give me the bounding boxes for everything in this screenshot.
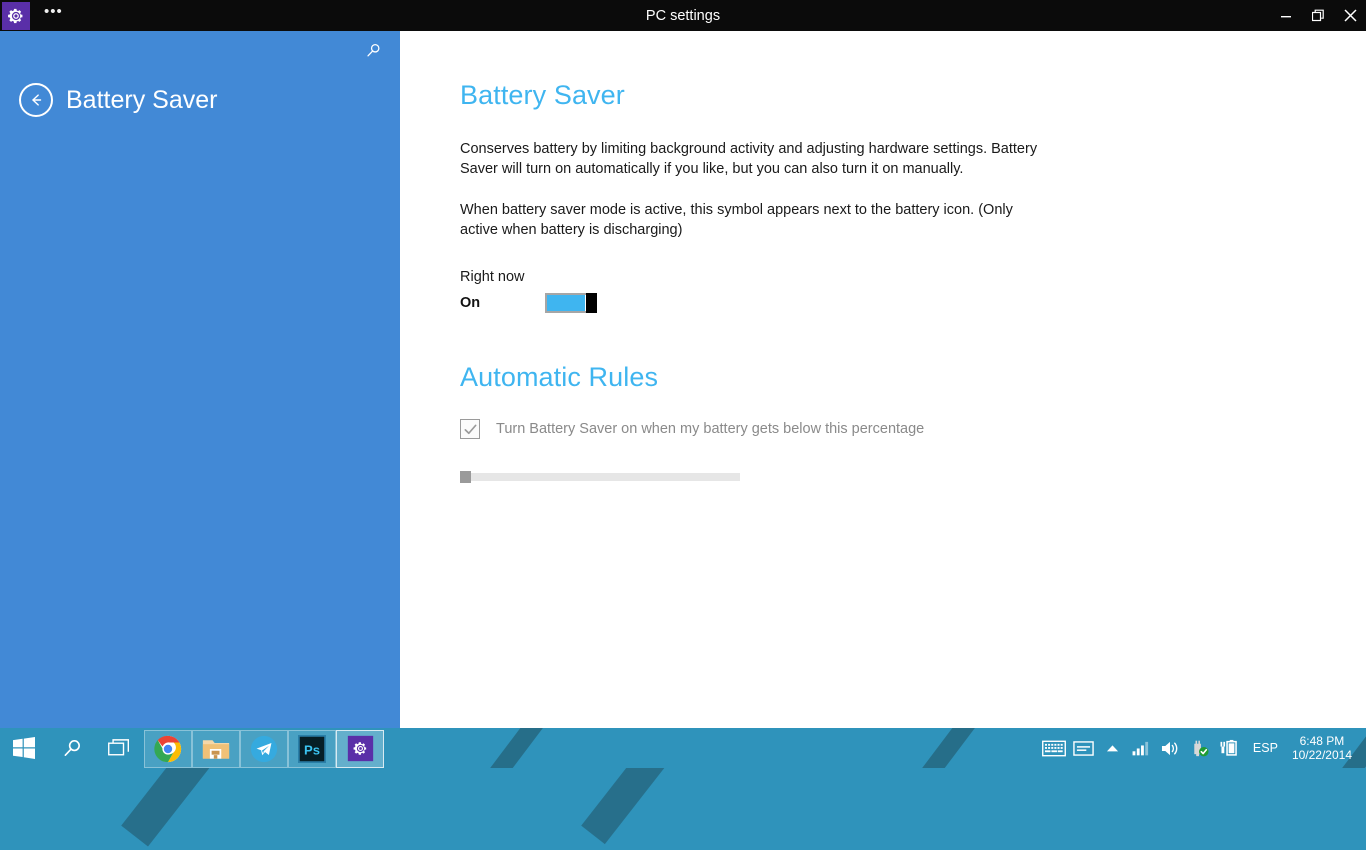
taskbar-app-file-explorer[interactable] <box>192 730 240 768</box>
battery-saver-icon[interactable] <box>1214 728 1243 768</box>
search-icon[interactable] <box>356 33 390 67</box>
taskbar-app-telegram[interactable] <box>240 730 288 768</box>
settings-content-pane: Battery Saver Conserves battery by limit… <box>400 31 1366 728</box>
slider-track[interactable] <box>460 473 740 481</box>
right-now-label: Right now <box>460 269 1366 285</box>
back-arrow-icon[interactable] <box>19 83 53 117</box>
task-view-icon[interactable] <box>96 728 144 768</box>
pc-settings-window: ••• PC settings <box>0 0 1366 728</box>
restore-button[interactable] <box>1302 0 1334 31</box>
close-button[interactable] <box>1334 0 1366 31</box>
automatic-rule-row: Turn Battery Saver on when my battery ge… <box>460 419 1366 439</box>
usb-safely-remove-icon[interactable] <box>1185 728 1214 768</box>
slider-thumb[interactable] <box>460 471 471 483</box>
more-options-button[interactable]: ••• <box>44 7 63 24</box>
page-title: Battery Saver <box>460 80 1366 111</box>
clock-date: 10/22/2014 <box>1292 748 1352 762</box>
battery-saver-toggle-row: On <box>460 293 1366 313</box>
gear-icon <box>2 2 30 30</box>
volume-icon[interactable] <box>1156 728 1185 768</box>
rule-checkbox[interactable] <box>460 419 480 439</box>
sidebar-header: Battery Saver <box>19 83 381 117</box>
svg-text:Ps: Ps <box>304 742 320 757</box>
taskbar-app-pc-settings[interactable] <box>336 730 384 768</box>
on-screen-keyboard-icon[interactable] <box>1040 728 1069 768</box>
description-paragraph-2: When battery saver mode is active, this … <box>460 201 1042 240</box>
network-signal-icon[interactable] <box>1127 728 1156 768</box>
battery-saver-toggle[interactable] <box>545 293 597 313</box>
minimize-button[interactable] <box>1270 0 1302 31</box>
automatic-rules-heading: Automatic Rules <box>460 362 1366 393</box>
show-hidden-icons-icon[interactable] <box>1098 728 1127 768</box>
taskbar-app-photoshop[interactable]: Ps <box>288 730 336 768</box>
description-paragraph-1: Conserves battery by limiting background… <box>460 140 1042 179</box>
window-body: Battery Saver Battery Saver Conserves ba… <box>0 31 1366 728</box>
title-bar: ••• PC settings <box>0 0 1366 31</box>
toggle-thumb[interactable] <box>586 293 597 313</box>
sidebar-title: Battery Saver <box>66 86 217 115</box>
taskbar-app-chrome[interactable] <box>144 730 192 768</box>
battery-percentage-slider[interactable] <box>460 471 740 483</box>
clock-time: 6:48 PM <box>1292 734 1352 748</box>
handwriting-panel-icon[interactable] <box>1069 728 1098 768</box>
clock[interactable]: 6:48 PM 10/22/2014 <box>1288 734 1360 762</box>
taskbar-search-icon[interactable] <box>48 728 96 768</box>
language-indicator[interactable]: ESP <box>1243 741 1288 755</box>
toggle-fill <box>547 295 585 311</box>
window-title: PC settings <box>0 8 1366 24</box>
taskbar-contents: Ps <box>0 728 1366 768</box>
taskbar: Ps <box>0 728 1366 768</box>
toggle-state-label: On <box>460 295 545 311</box>
window-controls <box>1270 0 1366 31</box>
start-button[interactable] <box>0 728 48 768</box>
system-tray: ESP 6:48 PM 10/22/2014 <box>1040 728 1366 768</box>
settings-sidebar: Battery Saver <box>0 31 400 728</box>
rule-checkbox-label: Turn Battery Saver on when my battery ge… <box>496 421 924 437</box>
